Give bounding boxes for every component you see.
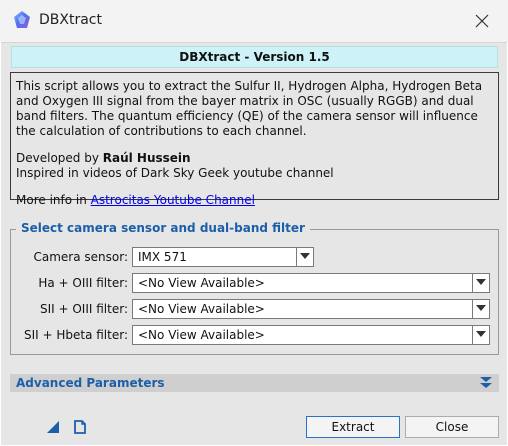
sii-hbeta-filter-label: SII + Hbeta filter:	[23, 328, 128, 342]
version-banner: DBXtract - Version 1.5	[11, 46, 498, 68]
more-info-line: More info in Astrocitas Youtube Channel	[16, 193, 493, 208]
ha-oiii-filter-select[interactable]: <No View Available>	[132, 273, 490, 293]
developer-line: Developed by Raúl Hussein	[16, 151, 493, 166]
sii-oiii-filter-label: SII + OIII filter:	[39, 302, 128, 316]
chevron-down-icon[interactable]	[472, 300, 489, 318]
dialog-body: DBXtract - Version 1.5 This script allow…	[1, 42, 507, 445]
youtube-channel-link[interactable]: Astrocitas Youtube Channel	[91, 193, 255, 207]
chevron-down-icon[interactable]	[472, 274, 489, 292]
sensor-group-title: Select camera sensor and dual-band filte…	[16, 220, 310, 236]
advanced-parameters-title: Advanced Parameters	[16, 376, 165, 390]
close-icon[interactable]	[472, 11, 492, 31]
ha-oiii-filter-label: Ha + OIII filter:	[38, 276, 128, 290]
new-instance-icon[interactable]	[46, 420, 60, 434]
camera-sensor-label: Camera sensor:	[33, 250, 128, 264]
more-info-label: More info in	[16, 193, 91, 207]
developed-by-label: Developed by	[16, 151, 103, 165]
close-button[interactable]: Close	[405, 416, 499, 438]
sii-oiii-filter-value: <No View Available>	[138, 302, 265, 316]
extract-button[interactable]: Extract	[306, 416, 400, 438]
sii-hbeta-filter-select[interactable]: <No View Available>	[132, 325, 490, 345]
description-text: This script allows you to extract the Su…	[16, 79, 483, 138]
camera-sensor-value: IMX 571	[138, 250, 187, 264]
developer-name: Raúl Hussein	[102, 151, 191, 165]
chevron-down-icon[interactable]	[296, 248, 313, 266]
sii-oiii-filter-select[interactable]: <No View Available>	[132, 299, 490, 319]
advanced-parameters-bar[interactable]: Advanced Parameters	[10, 374, 499, 392]
double-chevron-down-icon[interactable]	[480, 377, 492, 389]
info-box: This script allows you to extract the Su…	[10, 72, 499, 207]
ha-oiii-filter-value: <No View Available>	[138, 276, 265, 290]
chevron-down-icon[interactable]	[472, 326, 489, 344]
title-bar: DBXtract	[0, 0, 508, 42]
sii-hbeta-filter-value: <No View Available>	[138, 328, 265, 342]
window-title: DBXtract	[39, 12, 102, 28]
inspired-text: Inspired in videos of Dark Sky Geek yout…	[16, 166, 334, 180]
document-icon[interactable]	[73, 420, 87, 434]
app-logo-icon	[14, 11, 30, 28]
camera-sensor-select[interactable]: IMX 571	[132, 247, 314, 267]
